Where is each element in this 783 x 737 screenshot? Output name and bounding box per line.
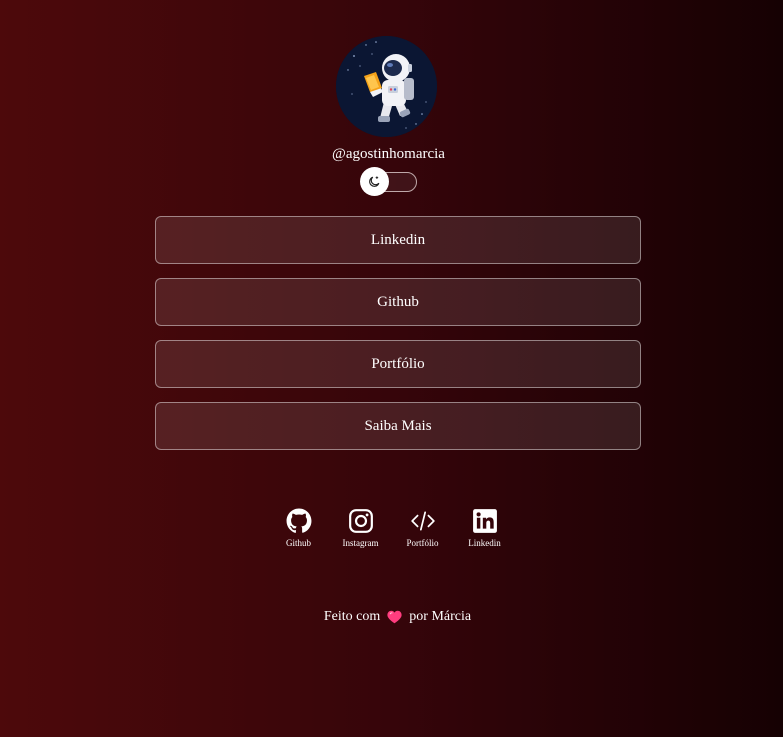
linkedin-icon [472, 509, 497, 533]
profile-section: @agostinhomarcia [0, 36, 783, 196]
astronaut-avatar-icon [336, 36, 437, 137]
link-button-linkedin[interactable]: Linkedin [155, 216, 641, 264]
heart-icon [387, 610, 402, 624]
moon-sun-icon [369, 175, 380, 187]
username: @agostinhomarcia [332, 146, 445, 162]
avatar [336, 36, 437, 137]
footer-suffix: por Márcia [409, 609, 472, 624]
social-label: Linkedin [468, 538, 501, 548]
link-button-saiba-mais[interactable]: Saiba Mais [155, 402, 641, 450]
code-icon [410, 511, 435, 531]
page: @agostinhomarcia Linkedin Github Portfól… [0, 0, 783, 737]
link-button-github[interactable]: Github [155, 278, 641, 326]
social-links: Github Instagram Portfólio Linkedin [0, 508, 783, 549]
footer: Feito com por Márcia [6, 609, 783, 625]
social-linkedin[interactable]: Linkedin [454, 508, 516, 549]
social-label: Github [285, 538, 311, 548]
theme-toggle-knob[interactable] [359, 167, 389, 196]
social-portfolio[interactable]: Portfólio [392, 508, 454, 549]
social-label: Instagram [342, 538, 379, 548]
link-button-portfolio[interactable]: Portfólio [155, 340, 641, 388]
link-list: Linkedin Github Portfólio Saiba Mais [155, 216, 641, 464]
theme-toggle[interactable] [359, 167, 417, 196]
footer-prefix: Feito com [323, 609, 381, 624]
social-label: Portfólio [406, 538, 439, 548]
instagram-icon [348, 509, 373, 533]
social-github[interactable]: Github [268, 508, 330, 549]
social-instagram[interactable]: Instagram [330, 508, 392, 549]
github-icon [286, 508, 311, 533]
